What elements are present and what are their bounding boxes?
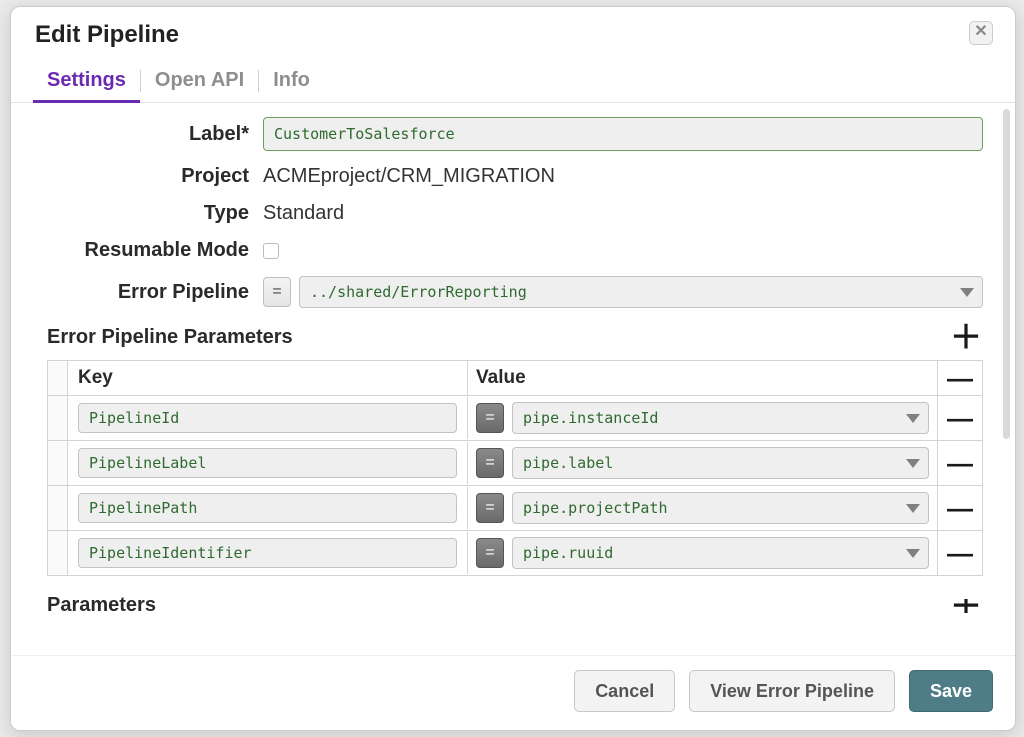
row-handle[interactable] [48, 486, 68, 530]
row-handle[interactable] [48, 531, 68, 575]
param-expression-toggle[interactable]: = [476, 538, 504, 568]
remove-row-button[interactable]: — [943, 538, 977, 568]
tab-bar: Settings Open API Info [11, 61, 1015, 103]
dialog-title: Edit Pipeline [35, 21, 179, 49]
error-param-row: = pipe.label — [48, 441, 982, 486]
edit-pipeline-dialog: Edit Pipeline ✕ Settings Open API Info L… [10, 6, 1016, 731]
param-expression-toggle[interactable]: = [476, 448, 504, 478]
row-label: Label* [47, 117, 983, 151]
label-error-pipeline: Error Pipeline [47, 281, 263, 304]
tab-info[interactable]: Info [259, 61, 324, 102]
row-resumable: Resumable Mode [47, 239, 983, 262]
remove-row-icon[interactable]: — [943, 363, 977, 393]
param-value-dropdown[interactable]: pipe.ruuid [512, 537, 929, 569]
error-params-title: Error Pipeline Parameters [47, 326, 293, 349]
row-type: Type Standard [47, 202, 983, 225]
error-params-table: Key Value — = pipe.instanceId [47, 360, 983, 576]
scrollbar-thumb[interactable] [1003, 109, 1010, 439]
param-key-input[interactable] [78, 493, 457, 523]
cancel-button[interactable]: Cancel [574, 670, 675, 712]
tab-settings[interactable]: Settings [33, 61, 140, 102]
settings-panel: Label* Project ACMEproject/CRM_MIGRATION… [11, 103, 1003, 655]
param-value-dropdown[interactable]: pipe.label [512, 447, 929, 479]
error-param-row: = pipe.instanceId — [48, 396, 982, 441]
error-params-table-head: Key Value — [48, 361, 982, 396]
view-error-pipeline-button[interactable]: View Error Pipeline [689, 670, 895, 712]
chevron-down-icon [906, 549, 920, 558]
error-params-header: Error Pipeline Parameters ＋ [47, 322, 983, 352]
param-expression-toggle[interactable]: = [476, 403, 504, 433]
col-value-header: Value [468, 361, 938, 395]
param-expression-toggle[interactable]: = [476, 493, 504, 523]
col-action-header: — [938, 363, 982, 393]
row-handle[interactable] [48, 396, 68, 440]
value-project: ACMEproject/CRM_MIGRATION [263, 165, 555, 188]
add-parameter-button[interactable]: ＋ [949, 599, 983, 613]
close-button[interactable]: ✕ [969, 21, 993, 45]
save-button[interactable]: Save [909, 670, 993, 712]
chevron-down-icon [906, 414, 920, 423]
parameters-title: Parameters [47, 594, 156, 617]
param-key-input[interactable] [78, 448, 457, 478]
row-project: Project ACMEproject/CRM_MIGRATION [47, 165, 983, 188]
param-key-input[interactable] [78, 538, 457, 568]
error-param-row: = pipe.ruuid — [48, 531, 982, 575]
row-error-pipeline: Error Pipeline = ../shared/ErrorReportin… [47, 276, 983, 308]
param-value-dropdown[interactable]: pipe.projectPath [512, 492, 929, 524]
value-type: Standard [263, 202, 344, 225]
row-handle[interactable] [48, 441, 68, 485]
dialog-header: Edit Pipeline ✕ [11, 7, 1015, 53]
remove-row-button[interactable]: — [943, 448, 977, 478]
chevron-down-icon [906, 459, 920, 468]
error-pipeline-expression-toggle[interactable]: = [263, 277, 291, 307]
param-value-text: pipe.instanceId [523, 409, 658, 427]
error-pipeline-dropdown[interactable]: ../shared/ErrorReporting [299, 276, 983, 308]
tab-open-api[interactable]: Open API [141, 61, 258, 102]
dialog-body: Label* Project ACMEproject/CRM_MIGRATION… [11, 103, 1015, 655]
col-key-header: Key [68, 361, 468, 395]
label-type: Type [47, 202, 263, 225]
remove-row-button[interactable]: — [943, 403, 977, 433]
chevron-down-icon [906, 504, 920, 513]
param-value-text: pipe.ruuid [523, 544, 613, 562]
param-value-dropdown[interactable]: pipe.instanceId [512, 402, 929, 434]
parameters-header: Parameters ＋ [47, 594, 983, 617]
dialog-footer: Cancel View Error Pipeline Save [11, 655, 1015, 730]
error-pipeline-value: ../shared/ErrorReporting [310, 283, 527, 301]
label-resumable: Resumable Mode [47, 239, 263, 262]
vertical-scrollbar[interactable] [1003, 103, 1015, 655]
label-input[interactable] [263, 117, 983, 151]
label-label: Label* [47, 123, 263, 146]
row-handle-header [48, 361, 68, 395]
param-value-text: pipe.projectPath [523, 499, 668, 517]
label-project: Project [47, 165, 263, 188]
error-param-row: = pipe.projectPath — [48, 486, 982, 531]
chevron-down-icon [960, 288, 974, 297]
resumable-checkbox[interactable] [263, 243, 279, 259]
add-error-param-button[interactable]: ＋ [949, 322, 983, 352]
remove-row-button[interactable]: — [943, 493, 977, 523]
param-value-text: pipe.label [523, 454, 613, 472]
param-key-input[interactable] [78, 403, 457, 433]
